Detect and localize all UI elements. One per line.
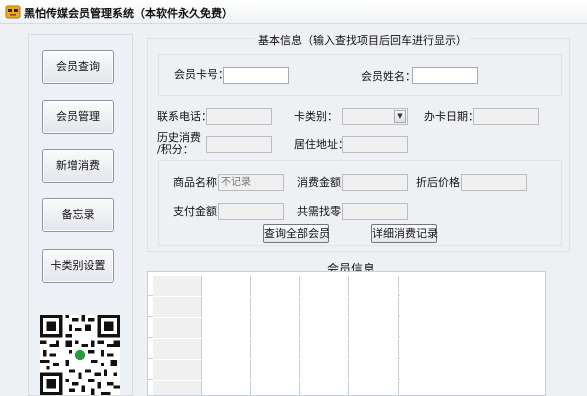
- table-corner-cell: [153, 276, 202, 296]
- table-cell[interactable]: [251, 339, 300, 359]
- card-no-input[interactable]: [223, 67, 289, 84]
- member-name-label: 会员姓名：: [361, 70, 416, 83]
- table-row[interactable]: [148, 318, 400, 338]
- column-header[interactable]: [202, 276, 251, 296]
- amount-field[interactable]: [342, 174, 408, 191]
- issue-date-label: 办卡日期：: [424, 110, 479, 123]
- table-cell[interactable]: [251, 360, 300, 380]
- table-cell[interactable]: [349, 339, 399, 359]
- qr-code-icon: [40, 315, 120, 395]
- address-label: 居住地址：: [294, 138, 349, 151]
- product-name-input[interactable]: [218, 174, 284, 191]
- pay-amount-field[interactable]: [218, 203, 284, 220]
- table-row[interactable]: [148, 339, 400, 359]
- column-header[interactable]: [300, 276, 349, 296]
- member-name-input[interactable]: [412, 67, 478, 84]
- table-cell[interactable]: [349, 297, 399, 317]
- table-cell[interactable]: [349, 318, 399, 338]
- window-title: 黑怕传媒会员管理系统（本软件永久免费）: [24, 7, 233, 20]
- table-row[interactable]: [148, 360, 400, 380]
- table-header-row: [148, 276, 400, 296]
- table-cell[interactable]: [300, 297, 349, 317]
- member-manage-button[interactable]: 会员管理: [42, 100, 114, 134]
- chevron-down-icon[interactable]: ▼: [394, 110, 406, 123]
- phone-label: 联系电话：: [157, 110, 212, 123]
- member-query-button[interactable]: 会员查询: [42, 50, 114, 84]
- add-consumption-button[interactable]: 新增消费: [42, 149, 114, 183]
- table-row[interactable]: [148, 381, 400, 396]
- basic-info-title: 基本信息（输入查找项目后回车进行显示）: [255, 32, 470, 48]
- left-nav-panel: 会员查询 会员管理 新增消费 备忘录 卡类别设置: [28, 34, 133, 396]
- history-label-line2: /积分：: [157, 143, 194, 156]
- table-cell[interactable]: [202, 360, 251, 380]
- table-cell[interactable]: [202, 339, 251, 359]
- table-cell[interactable]: [300, 339, 349, 359]
- product-name-label: 商品名称:: [173, 176, 221, 189]
- member-info-table[interactable]: [147, 271, 546, 396]
- query-all-members-button[interactable]: 查询全部会员: [263, 224, 330, 243]
- issue-date-field[interactable]: [473, 108, 539, 125]
- table-cell[interactable]: [202, 381, 251, 395]
- row-header-cell[interactable]: [153, 339, 202, 359]
- table-row[interactable]: [148, 297, 400, 317]
- row-header-cell[interactable]: [153, 360, 202, 380]
- table-cell[interactable]: [202, 318, 251, 338]
- table-cell[interactable]: [300, 381, 349, 395]
- table-cell[interactable]: [251, 297, 300, 317]
- table-cell[interactable]: [349, 360, 399, 380]
- address-field[interactable]: [342, 136, 408, 153]
- row-header-cell[interactable]: [153, 381, 202, 395]
- consumption-detail-button[interactable]: 详细消费记录: [371, 224, 438, 243]
- table-cell[interactable]: [300, 318, 349, 338]
- memo-button[interactable]: 备忘录: [42, 198, 114, 232]
- app-logo-icon: [5, 5, 21, 19]
- column-header[interactable]: [349, 276, 399, 296]
- phone-field[interactable]: [206, 108, 272, 125]
- card-type-label: 卡类别：: [294, 110, 338, 123]
- table-cell[interactable]: [251, 381, 300, 395]
- title-bar: 黑怕传媒会员管理系统（本软件永久免费）: [0, 0, 587, 24]
- table-cell[interactable]: [202, 297, 251, 317]
- card-type-select[interactable]: ▼: [342, 108, 408, 125]
- card-type-settings-button[interactable]: 卡类别设置: [42, 249, 114, 283]
- table-cell[interactable]: [349, 381, 399, 395]
- column-header[interactable]: [251, 276, 300, 296]
- card-no-label: 会员卡号：: [174, 68, 229, 81]
- history-points-field[interactable]: [206, 136, 272, 153]
- discount-price-field[interactable]: [461, 174, 527, 191]
- table-cell[interactable]: [251, 318, 300, 338]
- row-header-cell[interactable]: [153, 318, 202, 338]
- row-header-cell[interactable]: [153, 297, 202, 317]
- change-due-field[interactable]: [342, 203, 408, 220]
- table-cell[interactable]: [300, 360, 349, 380]
